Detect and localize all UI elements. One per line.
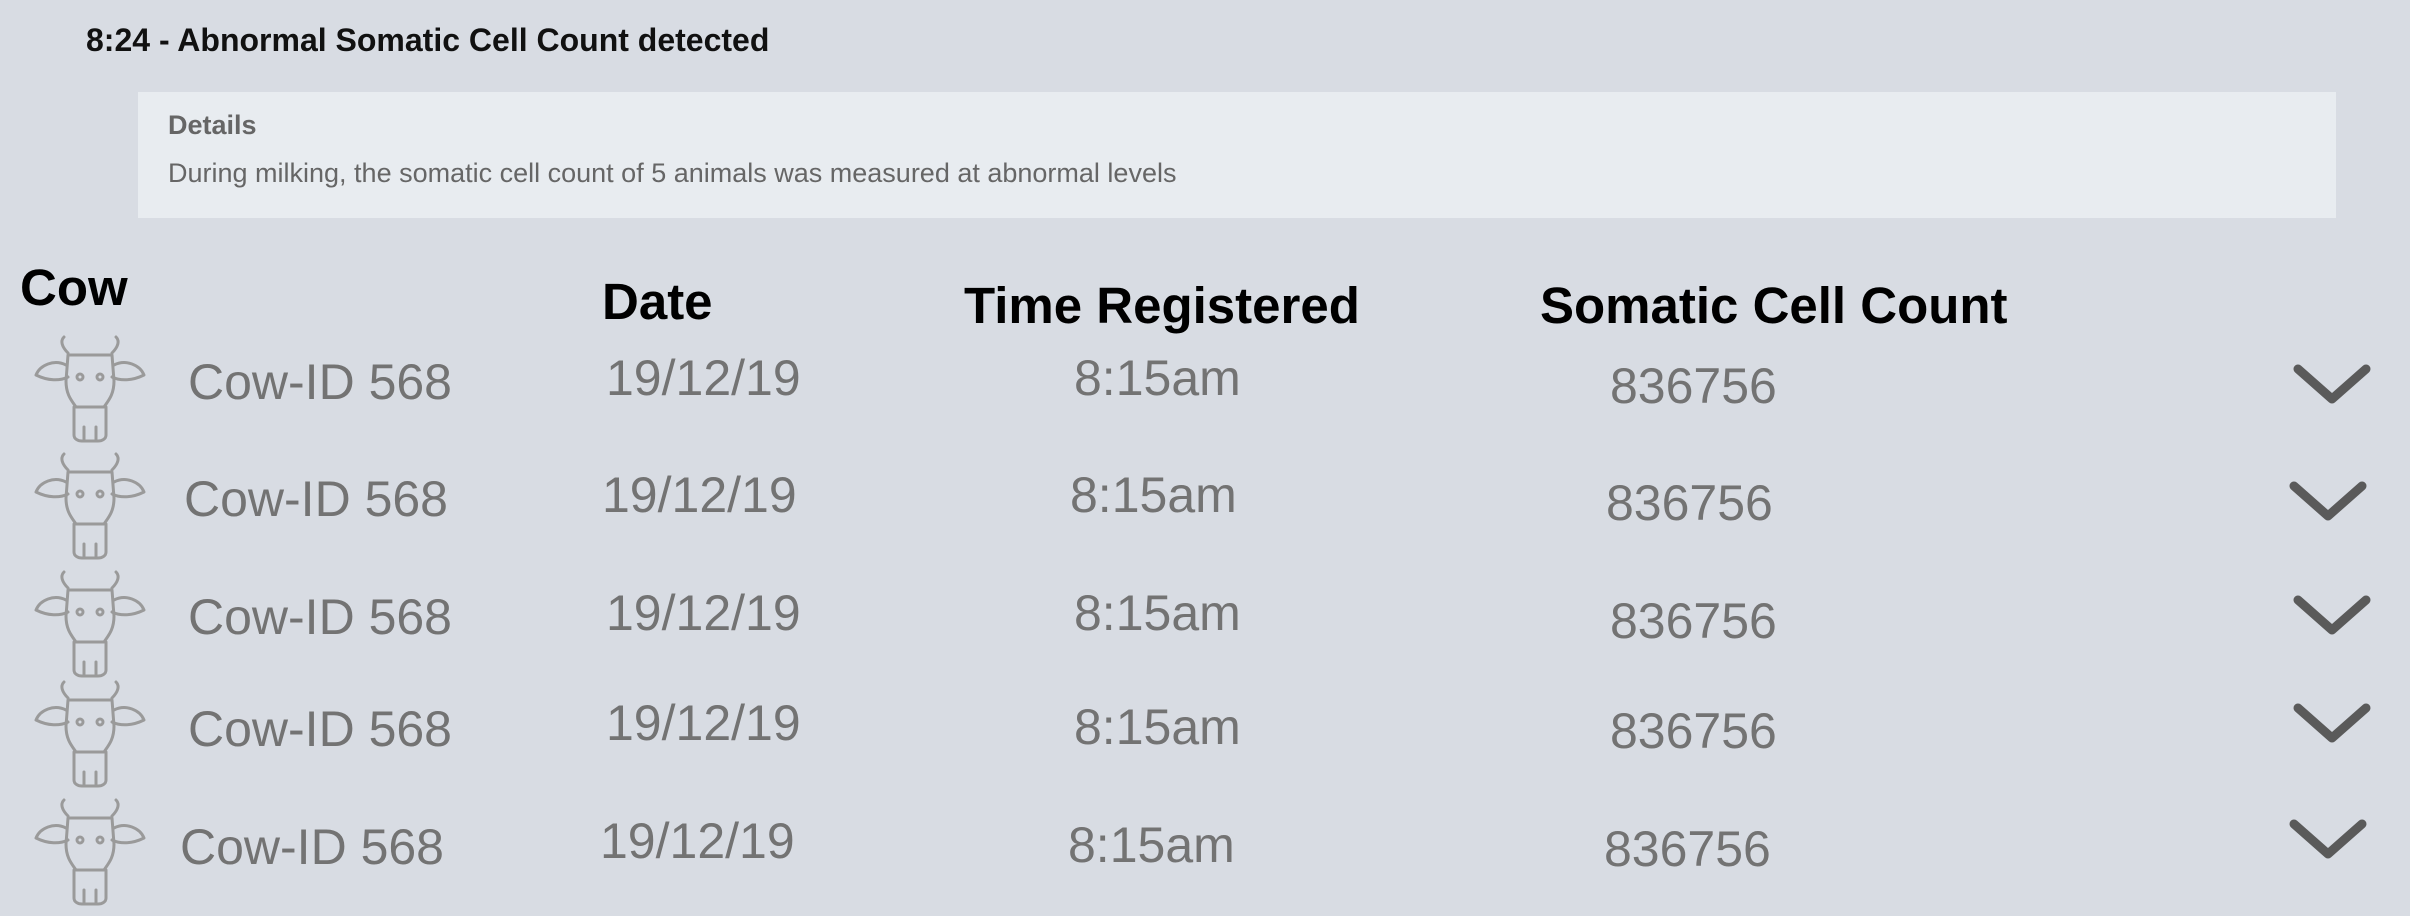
- cow-head-icon: [34, 570, 146, 678]
- chevron-down-icon[interactable]: [2286, 476, 2370, 526]
- date-cell: 19/12/19: [606, 695, 801, 751]
- alert-page: 8:24 - Abnormal Somatic Cell Count detec…: [0, 0, 2410, 916]
- date-cell: 19/12/19: [606, 350, 801, 406]
- column-header-time-registered: Time Registered: [964, 277, 1360, 334]
- table-row[interactable]: Cow-ID 568 19/12/19 8:15am 836756: [0, 680, 2410, 790]
- date-cell: 19/12/19: [606, 585, 801, 641]
- cow-head-icon: [34, 452, 146, 560]
- table-row[interactable]: Cow-ID 568 19/12/19 8:15am 836756: [0, 798, 2410, 908]
- date-cell: 19/12/19: [602, 467, 797, 523]
- alert-title: 8:24 - Abnormal Somatic Cell Count detec…: [86, 22, 770, 58]
- somatic-cell-count-cell: 836756: [1610, 593, 1777, 649]
- details-text: During milking, the somatic cell count o…: [168, 158, 1177, 188]
- cow-head-icon: [34, 335, 146, 443]
- time-cell: 8:15am: [1074, 585, 1241, 641]
- details-panel: Details During milking, the somatic cell…: [138, 92, 2336, 218]
- cow-id: Cow-ID 568: [184, 471, 448, 527]
- cow-head-icon: [34, 680, 146, 788]
- somatic-cell-count-cell: 836756: [1604, 821, 1771, 877]
- time-cell: 8:15am: [1068, 817, 1235, 873]
- cow-id: Cow-ID 568: [188, 589, 452, 645]
- column-header-somatic-cell-count: Somatic Cell Count: [1540, 277, 2008, 334]
- time-cell: 8:15am: [1074, 699, 1241, 755]
- time-cell: 8:15am: [1074, 350, 1241, 406]
- cow-id: Cow-ID 568: [188, 701, 452, 757]
- cow-id: Cow-ID 568: [180, 819, 444, 875]
- table-row[interactable]: Cow-ID 568 19/12/19 8:15am 836756: [0, 335, 2410, 445]
- date-cell: 19/12/19: [600, 813, 795, 869]
- chevron-down-icon[interactable]: [2290, 698, 2374, 748]
- chevron-down-icon[interactable]: [2290, 359, 2374, 409]
- chevron-down-icon[interactable]: [2286, 814, 2370, 864]
- cow-head-icon: [34, 798, 146, 906]
- time-cell: 8:15am: [1070, 467, 1237, 523]
- chevron-down-icon[interactable]: [2290, 590, 2374, 640]
- table-row[interactable]: Cow-ID 568 19/12/19 8:15am 836756: [0, 452, 2410, 562]
- table-row[interactable]: Cow-ID 568 19/12/19 8:15am 836756: [0, 570, 2410, 680]
- details-label: Details: [168, 110, 257, 140]
- cow-id: Cow-ID 568: [188, 354, 452, 410]
- somatic-cell-count-cell: 836756: [1606, 475, 1773, 531]
- somatic-cell-count-cell: 836756: [1610, 703, 1777, 759]
- column-header-cow: Cow: [20, 259, 128, 316]
- column-header-date: Date: [602, 273, 713, 330]
- somatic-cell-count-cell: 836756: [1610, 358, 1777, 414]
